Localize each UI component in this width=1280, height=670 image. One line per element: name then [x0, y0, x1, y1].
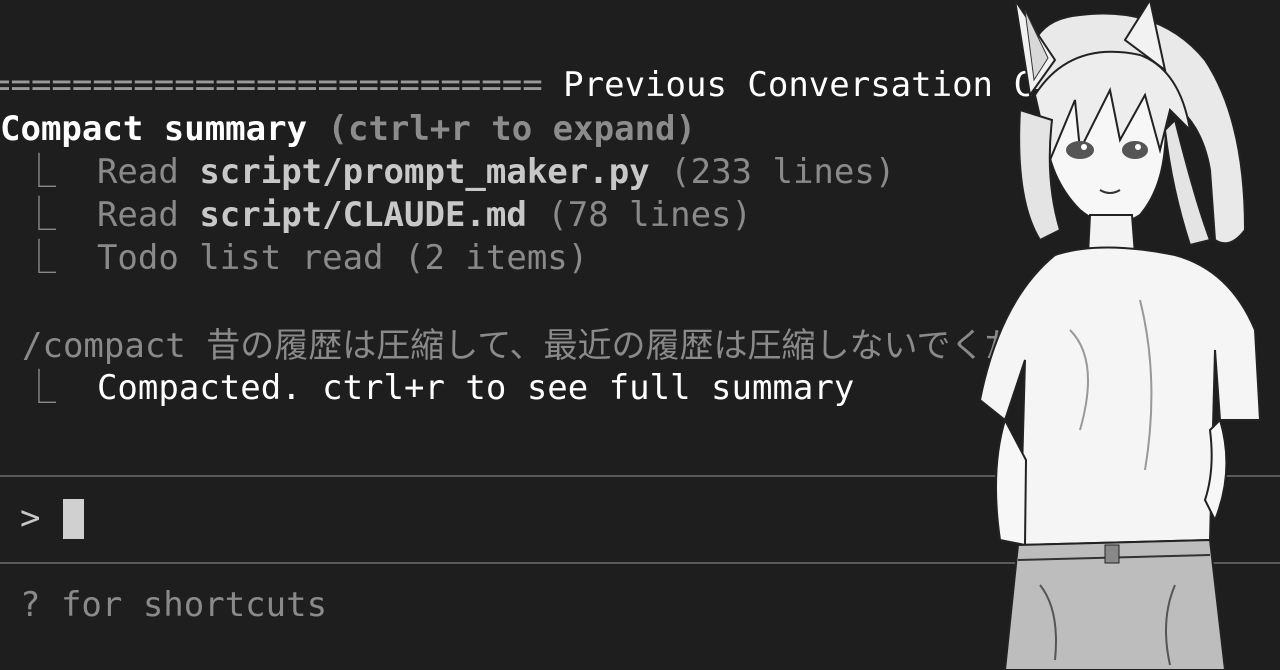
compact-result-text: Compacted. ctrl+r to see full summary — [96, 368, 855, 408]
item-path: script/CLAUDE.md — [199, 195, 527, 235]
compact-summary-label: Compact summary — [0, 109, 308, 149]
tree-branch-icon: ⎿ — [22, 238, 97, 278]
compact-summary-hint: (ctrl+r to expand) — [307, 109, 696, 149]
tree-branch-icon: ⎿ — [22, 368, 97, 408]
compact-result: ⎿ Compacted. ctrl+r to see full summary — [22, 367, 854, 409]
compact-summary[interactable]: Compact summary (ctrl+r to expand) — [0, 108, 696, 150]
item-meta: (233 lines) — [649, 152, 896, 192]
divider-equals: =========================== — [0, 65, 543, 105]
tree-branch-icon: ⎿ — [22, 152, 97, 192]
input-cursor[interactable] — [63, 499, 84, 539]
summary-item: ⎿ Todo list read (2 items) — [22, 237, 588, 279]
item-meta: (78 lines) — [526, 195, 752, 235]
prompt-symbol: > — [20, 498, 41, 538]
character-illustration — [978, 0, 1262, 670]
terminal-screen: =========================== Previous Con… — [0, 0, 1280, 670]
tree-branch-icon: ⎿ — [22, 195, 97, 235]
item-path: script/prompt_maker.py — [199, 152, 650, 192]
summary-item: ⎿ Read script/CLAUDE.md (78 lines) — [22, 194, 752, 236]
summary-item: ⎿ Read script/prompt_maker.py (233 lines… — [22, 151, 895, 193]
compact-command: /compact 昔の履歴は圧縮して、最近の履歴は圧縮しないでくださ — [22, 326, 1053, 366]
item-verb: Read — [96, 195, 200, 235]
shortcuts-hint: ? for shortcuts — [20, 585, 328, 625]
item-verb: Read — [96, 152, 200, 192]
item-verb: Todo list read (2 items) — [96, 238, 589, 278]
